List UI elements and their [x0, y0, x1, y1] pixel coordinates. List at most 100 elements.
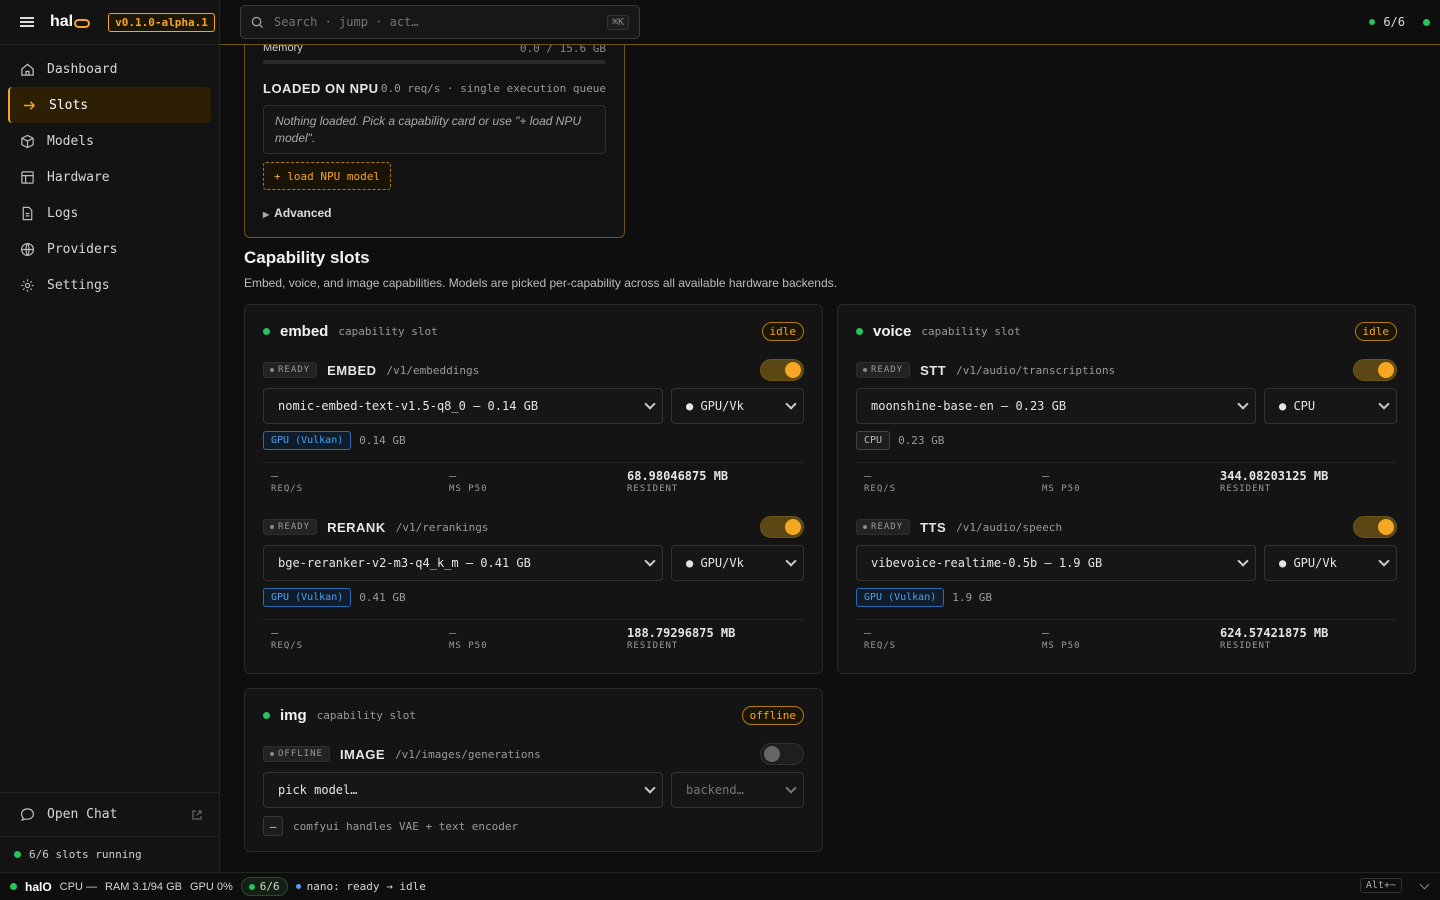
- state-badge: OFFLINE: [263, 746, 330, 762]
- model-select-value: moonshine-base-en — 0.23 GB: [871, 399, 1067, 413]
- endpoint-path: /v1/images/generations: [395, 747, 541, 761]
- npu-card: Memory 0.0 / 15.6 GB LOADED ON NPU 0.0 r…: [244, 45, 625, 238]
- state-badge: READY: [263, 519, 318, 535]
- state-label: READY: [278, 522, 311, 532]
- sidebar-item-hardware[interactable]: Hardware: [8, 159, 211, 195]
- app-name: hal: [50, 13, 74, 30]
- sidebar-nav: Dashboard Slots Models Hardware Logs Pro…: [8, 51, 211, 303]
- slots-count: 6/6: [1383, 15, 1405, 29]
- card-subtitle: capability slot: [921, 324, 1021, 338]
- advanced-toggle[interactable]: ▶ Advanced: [263, 206, 332, 220]
- model-select[interactable]: nomic-embed-text-v1.5-q8_0 — 0.14 GB: [263, 388, 663, 424]
- endpoint-path: /v1/rerankings: [395, 520, 489, 534]
- status-dot: [10, 883, 17, 890]
- info-dot: [295, 884, 301, 889]
- latency-value: —: [449, 469, 457, 483]
- model-size: 0.23 GB: [898, 434, 945, 447]
- model-select[interactable]: moonshine-base-en — 0.23 GB: [856, 388, 1256, 424]
- sidebar-item-slots[interactable]: Slots: [8, 87, 211, 123]
- memory-value: 0.0 / 15.6 GB: [519, 45, 606, 55]
- sidebar-item-label: Dashboard: [47, 61, 118, 77]
- resident-value: 624.57421875 MB: [1220, 626, 1329, 640]
- resident-value: 188.79296875 MB: [627, 626, 736, 640]
- img-card: img capability slot offline OFFLINE IMAG…: [244, 688, 823, 852]
- sidebar-item-providers[interactable]: Providers: [8, 231, 211, 267]
- open-chat-button[interactable]: Open Chat: [0, 792, 220, 836]
- app-logo[interactable]: hal: [50, 13, 91, 31]
- sidebar-item-settings[interactable]: Settings: [8, 267, 211, 303]
- sidebar-item-models[interactable]: Models: [8, 123, 211, 159]
- endpoint-path: /v1/audio/transcriptions: [956, 363, 1116, 377]
- status-dot: [1369, 19, 1376, 25]
- home-icon: [21, 62, 34, 76]
- cpu-usage: CPU —: [59, 880, 97, 893]
- memory-row: Memory 0.0 / 15.6 GB: [263, 45, 606, 55]
- backend-select[interactable]: ● CPU: [1264, 388, 1397, 424]
- npu-header: LOADED ON NPU 0.0 req/s · single executi…: [263, 81, 606, 96]
- model-select[interactable]: vibevoice-realtime-0.5b — 1.9 GB: [856, 545, 1256, 581]
- document-icon: [22, 206, 33, 220]
- req-label: REQ/S: [271, 641, 304, 651]
- latency-label: MS P50: [449, 484, 488, 494]
- enable-toggle[interactable]: [1353, 359, 1397, 381]
- stt-capability: READY STT /v1/audio/transcriptions moons…: [856, 359, 1397, 494]
- backend-select-value: ● CPU: [1279, 399, 1316, 413]
- collapse-button[interactable]: —: [263, 816, 283, 836]
- enable-toggle[interactable]: [760, 743, 804, 765]
- backend-select-value: backend…: [686, 783, 744, 797]
- stats-row: — REQ/S — MS P50 188.79296875 MB RESIDENT: [263, 619, 804, 651]
- sidebar-item-label: Settings: [47, 277, 110, 293]
- state-label: READY: [871, 522, 904, 532]
- latency-label: MS P50: [1042, 641, 1081, 651]
- model-size: 1.9 GB: [952, 591, 992, 604]
- console-shortcut[interactable]: Alt+~: [1359, 878, 1402, 893]
- note-text: comfyui handles VAE + text encoder: [293, 819, 519, 833]
- req-value: —: [864, 626, 872, 640]
- chevron-down-icon[interactable]: [1419, 879, 1430, 890]
- chevron-down-icon: [644, 782, 656, 794]
- backend-select[interactable]: ● GPU/Vk: [1264, 545, 1397, 581]
- sidebar-item-dashboard[interactable]: Dashboard: [8, 51, 211, 87]
- resident-label: RESIDENT: [1220, 641, 1272, 651]
- connection-dot: [1423, 18, 1430, 26]
- sidebar-item-logs[interactable]: Logs: [8, 195, 211, 231]
- chat-icon: [20, 808, 35, 822]
- npu-title: LOADED ON NPU: [263, 81, 379, 96]
- slots-chip-label: 6/6: [259, 880, 280, 893]
- state-badge: READY: [856, 519, 911, 535]
- resident-label: RESIDENT: [627, 641, 679, 651]
- backend-select-value: ● GPU/Vk: [686, 399, 744, 413]
- logo-mark: [74, 18, 91, 28]
- search-input[interactable]: [274, 15, 597, 29]
- top-status[interactable]: 6/6: [1369, 0, 1430, 44]
- voice-card: voice capability slot idle READY STT /v1…: [837, 304, 1416, 674]
- load-npu-model-button[interactable]: + load NPU model: [263, 162, 391, 190]
- req-value: —: [271, 469, 279, 483]
- advanced-label: Advanced: [274, 206, 332, 220]
- backend-tag: GPU (Vulkan): [263, 431, 352, 450]
- gpu-usage: GPU 0%: [190, 880, 233, 893]
- model-select[interactable]: pick model…: [263, 772, 663, 808]
- backend-select[interactable]: backend…: [671, 772, 804, 808]
- capability-name: TTS: [920, 519, 947, 535]
- command-search[interactable]: ⌘K: [240, 5, 640, 39]
- enable-toggle[interactable]: [760, 359, 804, 381]
- backend-select[interactable]: ● GPU/Vk: [671, 388, 804, 424]
- chevron-down-icon: [1378, 555, 1390, 567]
- resident-value: 68.98046875 MB: [627, 469, 729, 483]
- enable-toggle[interactable]: [760, 516, 804, 538]
- slots-chip[interactable]: 6/6: [240, 877, 288, 896]
- memory-bar: [263, 60, 606, 64]
- capability-name: EMBED: [327, 362, 377, 378]
- endpoint-path: /v1/embeddings: [386, 363, 480, 377]
- model-select-value: bge-reranker-v2-m3-q4_k_m — 0.41 GB: [278, 556, 531, 570]
- external-link-icon: [192, 809, 202, 820]
- enable-toggle[interactable]: [1353, 516, 1397, 538]
- model-select[interactable]: bge-reranker-v2-m3-q4_k_m — 0.41 GB: [263, 545, 663, 581]
- search-icon: [251, 16, 264, 28]
- sidebar-item-label: Logs: [47, 205, 79, 221]
- backend-select[interactable]: ● GPU/Vk: [671, 545, 804, 581]
- chevron-down-icon: [785, 398, 797, 410]
- menu-icon[interactable]: [20, 17, 34, 27]
- model-select-value: nomic-embed-text-v1.5-q8_0 — 0.14 GB: [278, 399, 539, 413]
